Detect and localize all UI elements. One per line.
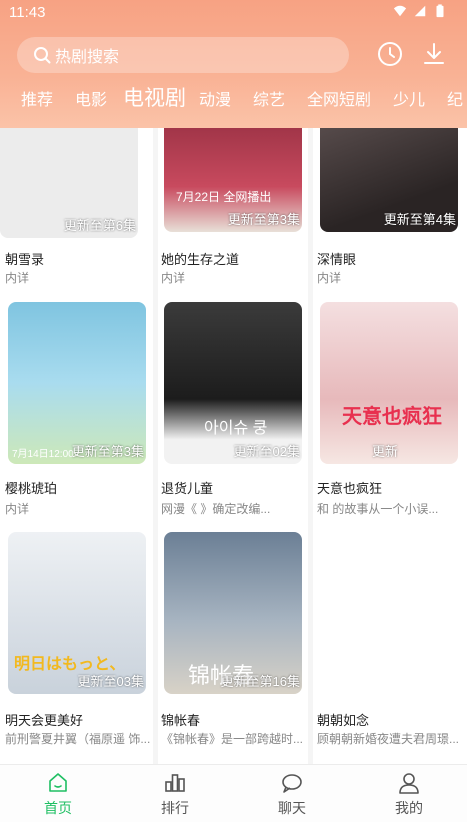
card-chaoxuelu[interactable]: 更新至第6集 朝雪录 内详: [0, 128, 150, 288]
poster: 天意也疯狂 更新: [320, 302, 458, 464]
update-badge: 更新至第16集: [220, 674, 300, 689]
poster: 7月22日 全网播出 更新至第3集: [164, 128, 302, 232]
card-title: 天意也疯狂: [317, 481, 383, 496]
update-badge: 更新至第4集: [383, 212, 456, 227]
search-icon: [34, 47, 51, 64]
status-bar: 11:43: [0, 0, 467, 26]
card-zhaozhaorunian[interactable]: 朝朝如念 顾朝朝新婚夜遭夫君周璟...: [316, 532, 466, 748]
home-indicator: [0, 822, 467, 830]
card-title: 她的生存之道: [161, 252, 240, 267]
poster-caption: 天意也疯狂: [342, 406, 442, 428]
card-desc: 网漫《 》确定改编...: [161, 502, 271, 516]
tab-variety[interactable]: 综艺: [253, 86, 285, 110]
poster: 锦帐春 更新至第16集: [164, 532, 302, 694]
wifi-icon: [393, 5, 407, 17]
ranking-icon: [165, 774, 185, 792]
tab-recommend[interactable]: 推荐: [21, 86, 53, 110]
update-badge: 更新: [371, 444, 398, 459]
card-desc: 内详: [5, 502, 30, 516]
poster-caption: 7月14日12:00: [12, 449, 74, 460]
status-icons: [393, 4, 447, 18]
header: 11:43 热剧搜索 推荐 电影 电视剧 动漫 综艺 全网短剧 少儿 纪: [0, 0, 467, 128]
poster: [320, 532, 458, 694]
poster-caption: 아이슈 쿵: [204, 420, 268, 437]
profile-icon: [399, 773, 419, 794]
nav-label: 首页: [44, 800, 72, 816]
card-desc: 内详: [5, 271, 30, 285]
card-desc: 前刑警夏井翼（福原遥 饰...: [5, 732, 151, 746]
status-time: 11:43: [9, 4, 46, 21]
card-tadeshengcunzhidao[interactable]: 7月22日 全网播出 更新至第3集 她的生存之道 内详: [160, 128, 310, 288]
update-badge: 更新至03集: [77, 674, 144, 689]
card-desc: 内详: [317, 271, 342, 285]
nav-chat[interactable]: 聊天: [252, 771, 332, 818]
history-icon[interactable]: [376, 40, 404, 68]
card-title: 朝雪录: [5, 252, 45, 267]
update-badge: 更新至02集: [233, 444, 300, 459]
card-desc: 顾朝朝新婚夜遭夫君周璟...: [317, 732, 460, 746]
nav-label: 聊天: [278, 800, 306, 816]
update-badge: 更新至第3集: [71, 444, 144, 459]
battery-icon: [436, 4, 444, 18]
search-input[interactable]: 热剧搜索: [17, 37, 349, 73]
card-title: 深情眼: [317, 252, 357, 267]
nav-label: 排行: [161, 800, 189, 816]
card-desc: 内详: [161, 271, 186, 285]
chat-icon: [282, 774, 302, 793]
download-icon[interactable]: [420, 40, 448, 68]
content-grid: 更新至第6集 朝雪录 内详 7月22日 全网播出 更新至第3集 她的生存之道 内…: [0, 128, 467, 764]
poster: 明日はもっと、 更新至03集: [8, 532, 146, 694]
tab-kids[interactable]: 少儿: [393, 86, 425, 110]
home-icon: [49, 773, 67, 792]
nav-label: 我的: [395, 800, 423, 816]
card-shenqingyan[interactable]: 更新至第4集 深情眼 内详: [316, 128, 466, 288]
card-desc: 和 的故事从一个小误...: [317, 502, 439, 516]
category-tabs: 推荐 电影 电视剧 动漫 综艺 全网短剧 少儿 纪: [0, 82, 467, 114]
tab-short-drama[interactable]: 全网短剧: [307, 86, 371, 110]
poster: 7月14日12:00 更新至第3集: [8, 302, 146, 464]
signal-icon: [414, 5, 426, 17]
nav-profile[interactable]: 我的: [369, 771, 449, 818]
nav-ranking[interactable]: 排行: [135, 771, 215, 818]
card-jinzhangchun[interactable]: 锦帐春 更新至第16集 锦帐春 《锦帐春》是一部跨越时...: [160, 532, 310, 748]
poster-caption: 7月22日 全网播出: [176, 190, 272, 204]
search-placeholder: 热剧搜索: [55, 49, 120, 66]
card-title: 退货儿童: [161, 481, 214, 496]
card-title: 樱桃琥珀: [5, 481, 58, 496]
update-badge: 更新至第3集: [227, 212, 300, 227]
card-title: 朝朝如念: [317, 713, 370, 728]
poster: 更新至第6集: [0, 128, 138, 238]
tab-documentary[interactable]: 纪: [447, 86, 463, 110]
update-badge: 更新至第6集: [63, 218, 136, 233]
tab-tv-series[interactable]: 电视剧: [123, 82, 186, 112]
card-tuihuoertong[interactable]: 아이슈 쿵 更新至02集 退货儿童 网漫《 》确定改编...: [160, 302, 310, 518]
card-mingtianhuigengmeihao[interactable]: 明日はもっと、 更新至03集 明天会更美好 前刑警夏井翼（福原遥 饰...: [0, 532, 150, 748]
poster: 更新至第4集: [320, 128, 458, 232]
column-divider: [153, 128, 158, 764]
tab-anime[interactable]: 动漫: [199, 86, 231, 110]
nav-home[interactable]: 首页: [18, 771, 98, 818]
tab-movie[interactable]: 电影: [75, 86, 107, 110]
card-title: 锦帐春: [161, 713, 201, 728]
card-title: 明天会更美好: [5, 713, 84, 728]
poster: 아이슈 쿵 更新至02集: [164, 302, 302, 464]
bottom-nav: 首页 排行 聊天 我的: [0, 764, 467, 822]
card-yingtaohupo[interactable]: 7月14日12:00 更新至第3集 樱桃琥珀 内详: [0, 302, 150, 518]
card-desc: 《锦帐春》是一部跨越时...: [161, 732, 304, 746]
card-tianyiyefengkuang[interactable]: 天意也疯狂 更新 天意也疯狂 和 的故事从一个小误...: [316, 302, 466, 518]
